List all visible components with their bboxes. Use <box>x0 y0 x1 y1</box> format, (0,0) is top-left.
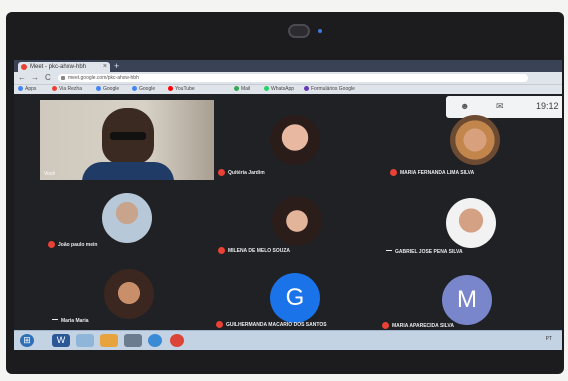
browser-tab-bar: Meet - pkc-ahxw-hbh × + <box>14 60 562 72</box>
forward-button[interactable]: → <box>31 72 39 84</box>
explorer-taskbar-icon[interactable] <box>76 334 94 347</box>
bookmark-google-2[interactable]: Google <box>132 85 155 94</box>
bookmark-apps[interactable]: Apps <box>18 85 36 94</box>
participant-name: GUILHERMANDA MACARIO DOS SANTOS <box>216 321 327 328</box>
google-icon <box>132 86 137 91</box>
chrome-taskbar-icon[interactable] <box>170 334 184 347</box>
tab-title: Meet - pkc-ahxw-hbh <box>30 64 87 70</box>
folder-taskbar-icon[interactable] <box>100 334 118 347</box>
mic-off-icon <box>216 321 223 328</box>
word-taskbar-icon[interactable]: W <box>52 334 70 347</box>
apps-icon <box>18 86 23 91</box>
system-tray: PT <box>545 336 552 342</box>
mail-icon <box>234 86 239 91</box>
participant-avatar: G <box>270 273 320 323</box>
participant-avatar <box>104 269 154 319</box>
participant-name: Quitéria Jardim <box>218 169 265 176</box>
screen: Meet - pkc-ahxw-hbh × + ← → C meet.googl… <box>14 60 562 350</box>
bookmark-via-rezha[interactable]: Via Rezha <box>52 85 82 94</box>
participant-name: João paulo mein <box>48 241 97 248</box>
participant-name: Maria Maria <box>52 318 89 324</box>
address-bar-url: meet.google.com/pkc-ahxw-hbh <box>68 75 139 81</box>
mic-off-icon <box>218 247 225 254</box>
participant-avatar <box>446 198 496 248</box>
self-view-name: Você <box>44 171 56 177</box>
address-bar[interactable]: meet.google.com/pkc-ahxw-hbh <box>58 74 528 82</box>
participant-avatar <box>102 193 152 243</box>
windows-taskbar: ⊞ W PT <box>14 330 562 350</box>
people-icon[interactable]: ☻ <box>460 101 469 111</box>
avatar-letter: M <box>457 286 477 313</box>
bookmark-forms[interactable]: Formulários Google <box>304 85 355 94</box>
participant-avatar: M <box>442 275 492 325</box>
meeting-clock: 19:12 <box>536 101 559 111</box>
tab-close-icon[interactable]: × <box>103 62 107 72</box>
participant-avatar <box>270 115 320 165</box>
participant-avatar <box>450 115 500 165</box>
ie-taskbar-icon[interactable] <box>148 334 162 347</box>
avatar-letter: G <box>285 284 305 311</box>
whatsapp-icon <box>264 86 269 91</box>
bookmark-whatsapp[interactable]: WhatsApp <box>264 85 294 94</box>
mic-active-icon <box>52 319 58 320</box>
reload-button[interactable]: C <box>45 72 51 84</box>
bookmark-mail[interactable]: Mail <box>234 85 250 94</box>
new-tab-button[interactable]: + <box>114 61 119 71</box>
participant-name: MARIA APARECIDA SILVA <box>382 322 454 329</box>
bookmarks-bar: Apps Via Rezha Google Google YouTube Mai… <box>14 84 562 94</box>
self-view-shirt <box>82 162 174 180</box>
participant-avatar <box>272 196 322 246</box>
chat-icon[interactable]: ✉ <box>496 101 504 112</box>
lock-icon <box>61 76 65 80</box>
browser-tab-meet[interactable]: Meet - pkc-ahxw-hbh × <box>18 62 110 72</box>
media-taskbar-icon[interactable] <box>124 334 142 347</box>
forms-icon <box>304 86 309 91</box>
youtube-icon <box>168 86 173 91</box>
mic-active-icon <box>386 250 392 251</box>
webcam <box>288 24 310 38</box>
back-button[interactable]: ← <box>18 72 26 84</box>
mic-off-icon <box>390 169 397 176</box>
participant-name: MILENA DE MELO SOUZA <box>218 247 290 254</box>
participant-name: GABRIEL JOSE PENA SILVA <box>386 249 463 255</box>
bookmark-google[interactable]: Google <box>96 85 119 94</box>
bookmark-icon <box>52 86 57 91</box>
webcam-led <box>318 29 322 33</box>
mic-off-icon <box>48 241 55 248</box>
participant-name: MARIA FERNANDA LIMA SILVA <box>390 169 474 176</box>
bookmark-youtube[interactable]: YouTube <box>168 85 195 94</box>
meet-favicon-icon <box>21 64 27 70</box>
mic-off-icon <box>382 322 389 329</box>
start-button[interactable]: ⊞ <box>20 334 34 347</box>
browser-toolbar: ← → C meet.google.com/pkc-ahxw-hbh <box>14 72 562 84</box>
mic-off-icon <box>218 169 225 176</box>
sunglasses <box>110 132 146 140</box>
self-view-tile[interactable]: Você <box>40 100 214 180</box>
google-icon <box>96 86 101 91</box>
